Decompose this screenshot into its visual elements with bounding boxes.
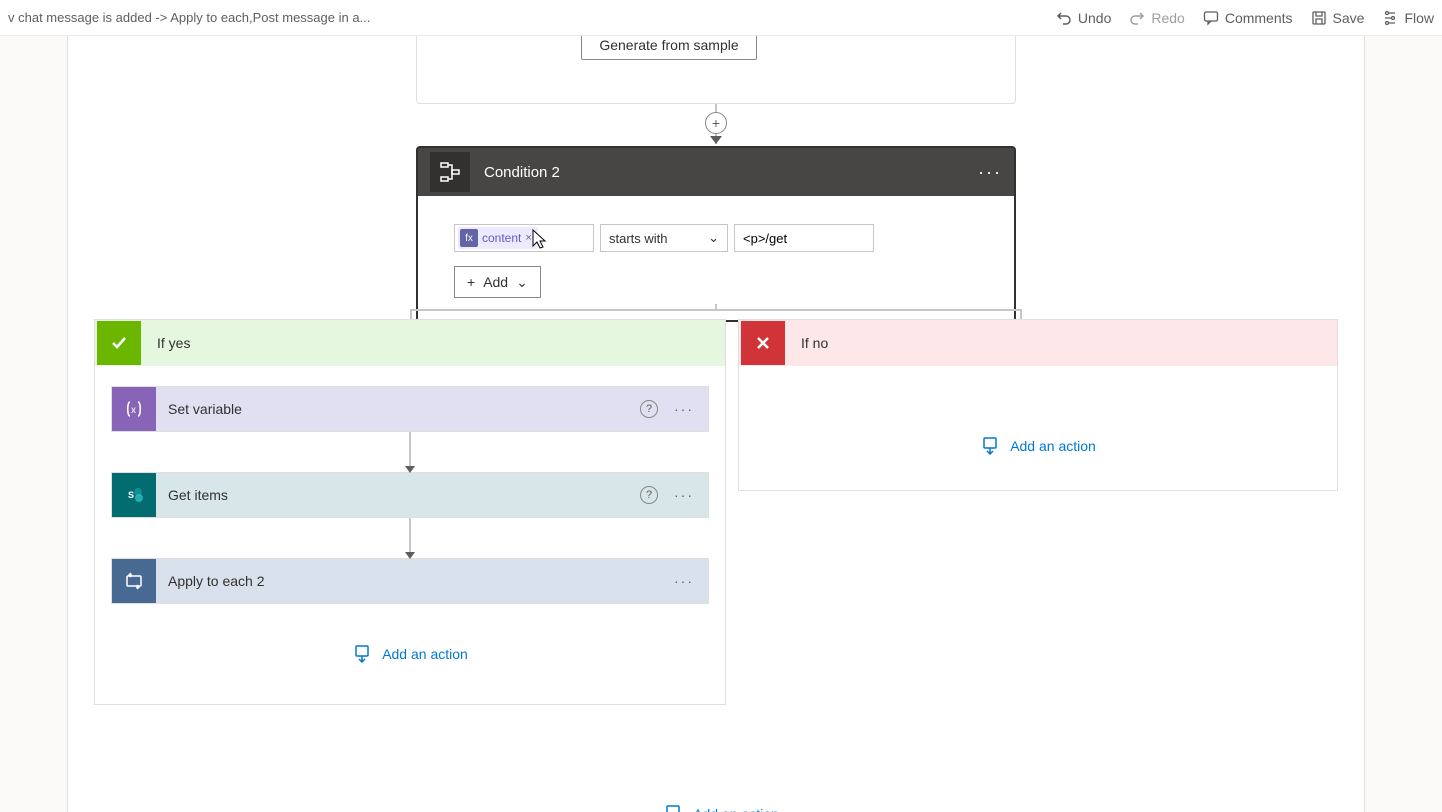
if-yes-body: x Set variable ? ··· S Get items ? [95, 366, 725, 704]
remove-token-icon[interactable]: × [525, 232, 531, 244]
branch-v-line [1020, 309, 1022, 319]
if-yes-branch: If yes x Set variable ? ··· S [94, 319, 726, 705]
get-items-action[interactable]: S Get items ? ··· [111, 472, 709, 518]
action-more-menu[interactable]: ··· [674, 401, 694, 417]
action-more-menu[interactable]: ··· [674, 487, 694, 503]
condition-row: fx content × starts with ⌄ [454, 224, 994, 252]
add-action-icon [663, 804, 683, 812]
condition-icon [430, 152, 470, 192]
add-action-icon [352, 644, 372, 664]
generate-from-sample-button[interactable]: Generate from sample [581, 36, 757, 60]
comments-icon [1203, 10, 1219, 26]
flow-icon [1382, 10, 1398, 26]
apply-to-each-action[interactable]: Apply to each 2 ··· [111, 558, 709, 604]
condition-title: Condition 2 [484, 164, 964, 181]
chevron-down-icon: ⌄ [708, 230, 719, 246]
redo-button[interactable]: Redo [1129, 10, 1184, 26]
arrow-icon [710, 136, 722, 144]
svg-text:S: S [128, 490, 134, 500]
content-token-chip[interactable]: fx content × [458, 227, 538, 249]
close-icon [741, 321, 785, 365]
condition-left-operand[interactable]: fx content × [454, 224, 594, 252]
if-no-header[interactable]: If no [739, 320, 1337, 366]
set-variable-action[interactable]: x Set variable ? ··· [111, 386, 709, 432]
condition-operator-select[interactable]: starts with ⌄ [600, 224, 728, 252]
flow-canvas: Generate from sample + Condition 2 ··· f… [0, 36, 1442, 812]
branch-v-line [410, 309, 412, 319]
add-action-icon [980, 436, 1000, 456]
action-more-menu[interactable]: ··· [674, 573, 694, 589]
sharepoint-icon: S [112, 473, 156, 517]
help-icon[interactable]: ? [640, 486, 658, 504]
condition-value-input[interactable] [734, 224, 874, 252]
help-icon[interactable]: ? [640, 400, 658, 418]
toolbar-actions: Undo Redo Comments Save Flow [1056, 10, 1434, 26]
chevron-down-icon: ⌄ [516, 274, 528, 291]
check-icon [97, 321, 141, 365]
bottom-add-container: Add an action [0, 804, 1442, 812]
save-button[interactable]: Save [1311, 10, 1365, 26]
condition-header[interactable]: Condition 2 ··· [418, 148, 1014, 196]
add-action-yes[interactable]: Add an action [111, 644, 709, 664]
breadcrumb: v chat message is added -> Apply to each… [8, 10, 370, 25]
add-condition-button[interactable]: + Add ⌄ [454, 266, 541, 298]
flow-checker-button[interactable]: Flow [1382, 10, 1434, 26]
top-toolbar: v chat message is added -> Apply to each… [0, 0, 1442, 36]
variable-icon: x [112, 387, 156, 431]
fx-icon: fx [460, 229, 478, 247]
condition-more-menu[interactable]: ··· [978, 162, 1002, 183]
save-icon [1311, 10, 1327, 26]
svg-text:x: x [131, 405, 136, 416]
if-yes-header[interactable]: If yes [95, 320, 725, 366]
connector [111, 432, 709, 472]
condition-body: fx content × starts with ⌄ + Add ⌄ [418, 196, 1014, 320]
if-no-branch: If no Add an action [738, 319, 1338, 491]
loop-icon [112, 559, 156, 603]
add-step-button[interactable]: + [705, 112, 727, 134]
connector [111, 518, 709, 558]
branch-v-line [715, 304, 717, 311]
undo-icon [1056, 10, 1072, 26]
condition-card[interactable]: Condition 2 ··· fx content × starts with… [416, 146, 1016, 322]
undo-button[interactable]: Undo [1056, 10, 1111, 26]
redo-icon [1129, 10, 1145, 26]
comments-button[interactable]: Comments [1203, 10, 1293, 26]
add-action-no[interactable]: Add an action [739, 436, 1337, 456]
parse-json-card[interactable]: Generate from sample [416, 36, 1016, 104]
plus-icon: + [467, 274, 475, 290]
add-action-bottom[interactable]: Add an action [663, 804, 779, 812]
